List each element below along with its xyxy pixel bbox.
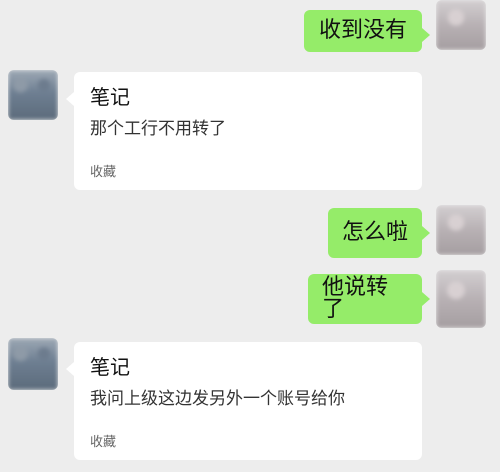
note-title: 笔记 [90, 85, 130, 109]
avatar-sender-3[interactable] [436, 270, 486, 328]
avatar-contact-1[interactable] [8, 70, 58, 120]
note-title: 笔记 [90, 355, 130, 379]
message-text: 收到没有 [318, 18, 407, 43]
sent-message-2[interactable]: 怎么啦 [328, 208, 430, 258]
message-text: 怎么啦 [342, 220, 409, 245]
avatar-contact-2[interactable] [8, 338, 58, 390]
note-source: 收藏 [90, 165, 117, 180]
note-card-2[interactable]: 笔记 我问上级这边发另外一个账号给你 收藏 [66, 342, 422, 460]
sent-message-3[interactable]: 他说转了 [308, 274, 430, 324]
note-body: 那个工行不用转了 [90, 119, 226, 139]
note-body: 我问上级这边发另外一个账号给你 [90, 389, 345, 409]
note-card-1[interactable]: 笔记 那个工行不用转了 收藏 [66, 72, 422, 190]
avatar-sender-1[interactable] [436, 0, 486, 50]
note-source: 收藏 [90, 435, 117, 450]
message-text: 他说转了 [322, 275, 389, 322]
avatar-sender-2[interactable] [436, 205, 486, 255]
sent-message-1[interactable]: 收到没有 [304, 10, 430, 52]
